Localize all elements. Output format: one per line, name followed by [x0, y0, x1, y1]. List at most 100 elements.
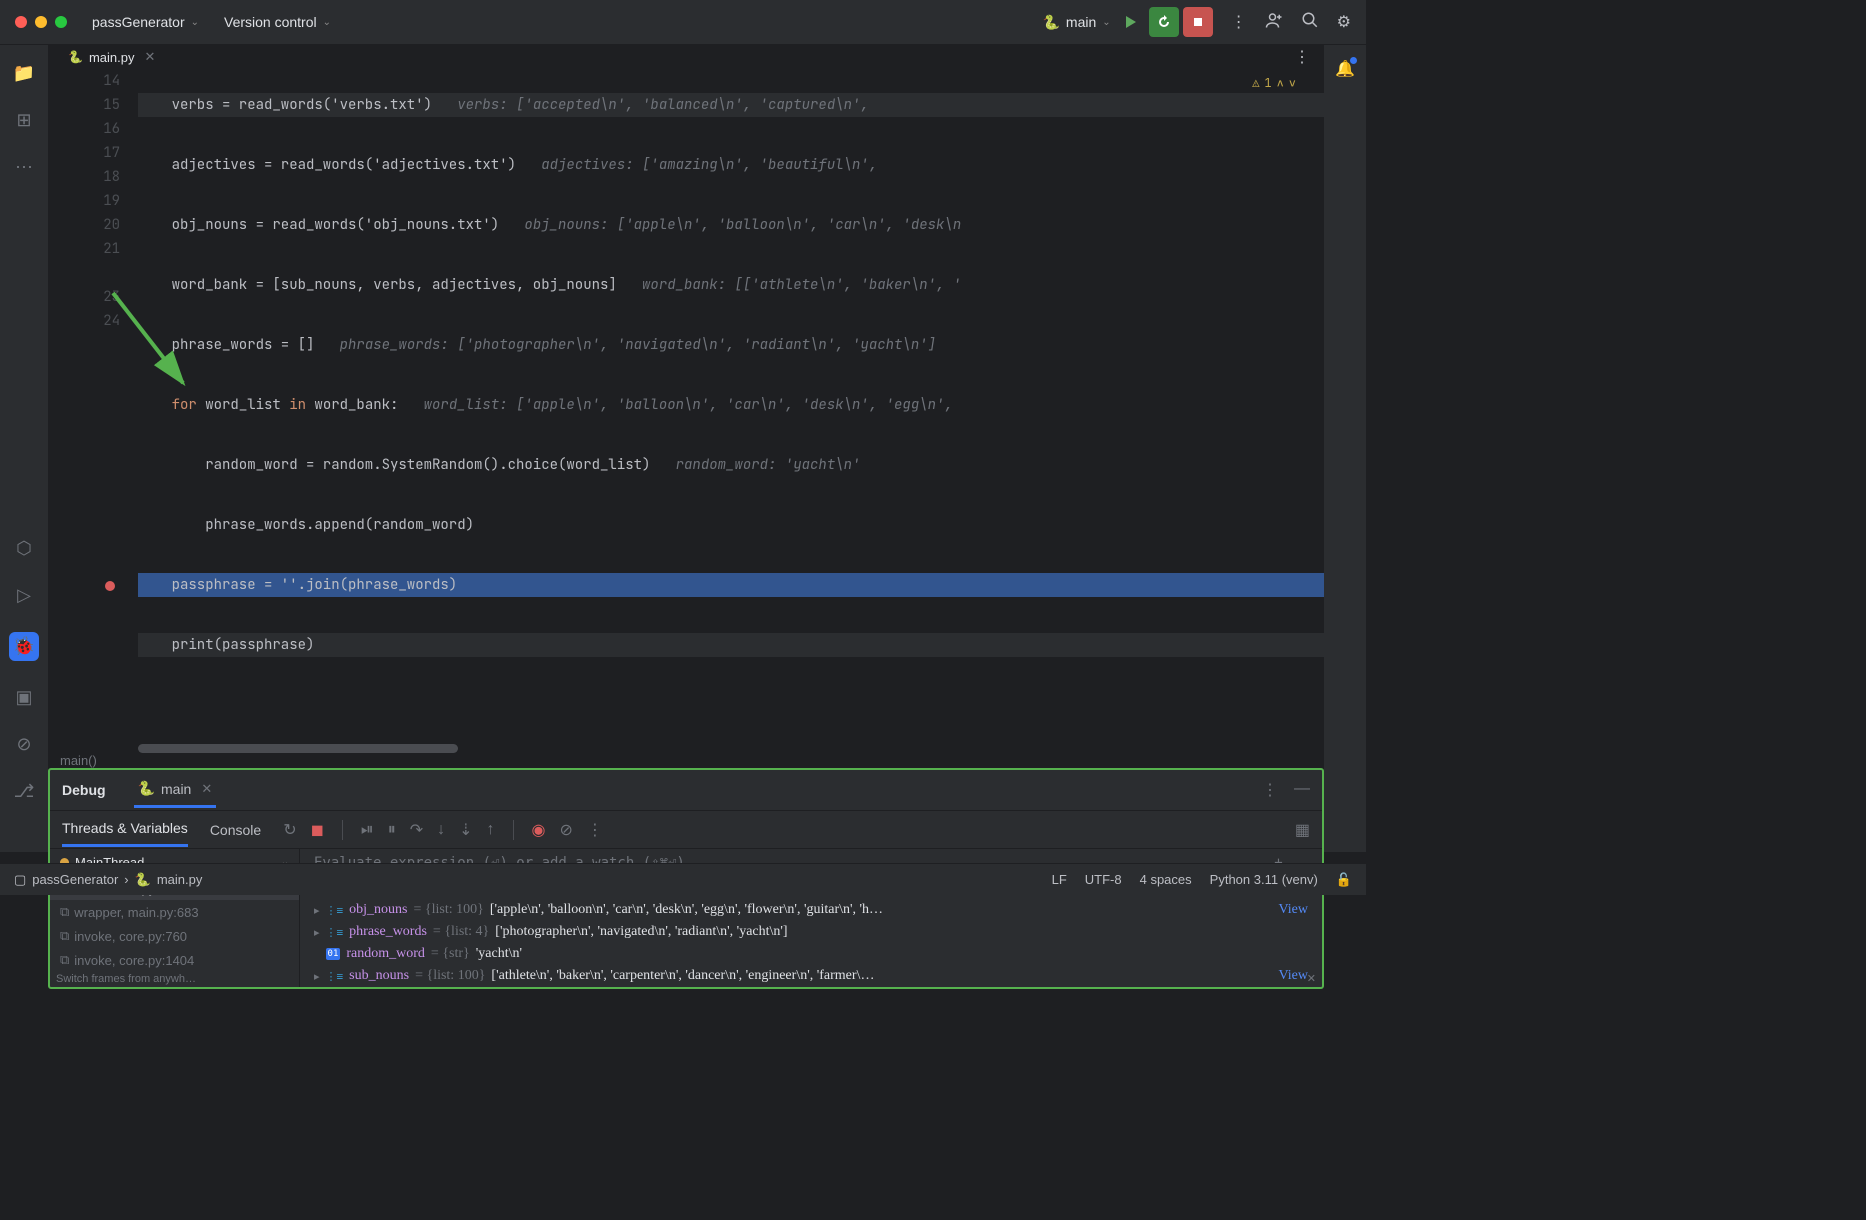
- list-type-icon: ⋮≡: [326, 904, 344, 917]
- tab-options-icon[interactable]: ⋮: [1294, 47, 1310, 67]
- close-window-button[interactable]: [15, 16, 27, 28]
- vcs-dropdown[interactable]: Version control ⌄: [224, 14, 331, 30]
- python-icon: 🐍: [138, 780, 155, 797]
- variable-row[interactable]: ▸ ⋮≡ phrase_words = {list: 4} ['photogra…: [300, 921, 1322, 943]
- indent-settings[interactable]: 4 spaces: [1140, 872, 1192, 888]
- layout-settings-icon[interactable]: ▦: [1295, 820, 1310, 840]
- main-area: 📁 ⊞ ⋯ ⬡ ▷ 🐞 ▣ ⊘ ⎇ 🐍 main.py ✕ ⋮ ⚠ 1 ∧ ∨: [0, 45, 1366, 852]
- git-tool-icon[interactable]: ⎇: [14, 781, 35, 802]
- stack-frame[interactable]: ⧉invoke, core.py:1404: [50, 948, 299, 972]
- breadcrumb-separator: ›: [124, 872, 128, 887]
- breadcrumbs-bar[interactable]: main(): [48, 753, 1324, 768]
- project-dropdown[interactable]: passGenerator ⌄: [92, 14, 199, 30]
- run-button[interactable]: [1115, 7, 1145, 37]
- close-hint-icon[interactable]: ✕: [1307, 972, 1316, 985]
- window-controls: [15, 16, 67, 28]
- debug-tool-icon[interactable]: 🐞: [9, 632, 39, 661]
- stop-button[interactable]: [1183, 7, 1213, 37]
- breadcrumb-file[interactable]: main.py: [157, 872, 203, 887]
- chevron-down-icon: ⌄: [323, 17, 331, 28]
- services-icon[interactable]: ⬡: [16, 538, 32, 559]
- line-ending[interactable]: LF: [1052, 872, 1067, 888]
- file-tab-name: main.py: [89, 50, 135, 65]
- structure-tool-icon[interactable]: ⊞: [16, 110, 31, 131]
- pause-icon[interactable]: ⏸: [388, 821, 396, 839]
- run-tool-icon[interactable]: ▷: [17, 585, 31, 606]
- rerun-icon[interactable]: ↻: [283, 820, 296, 840]
- horizontal-scrollbar[interactable]: [138, 744, 458, 753]
- project-name: passGenerator: [92, 14, 185, 30]
- frame-icon: ⧉: [60, 952, 69, 968]
- debug-session-tab[interactable]: 🐍 main ✕: [134, 772, 217, 808]
- notifications-icon[interactable]: 🔔: [1335, 59, 1355, 79]
- debug-subtabs: Threads & Variables Console ↻ ◼ ⏯ ⏸ ↷ ↓ …: [50, 810, 1322, 848]
- breakpoint-icon[interactable]: [105, 581, 115, 591]
- frame-icon: ⧉: [60, 904, 69, 920]
- more-tool-icon[interactable]: ⋯: [15, 157, 33, 178]
- editor-area: 🐍 main.py ✕ ⋮ ⚠ 1 ∧ ∨ 141516 171819 2021…: [48, 45, 1324, 852]
- step-out-icon[interactable]: ↑: [487, 821, 495, 839]
- expand-icon[interactable]: ▸: [314, 926, 320, 939]
- debug-title: Debug: [62, 782, 106, 798]
- string-type-icon: 01: [326, 948, 341, 960]
- warning-icon: ⚠: [1252, 75, 1259, 91]
- breadcrumb-project[interactable]: passGenerator: [32, 872, 118, 887]
- threads-variables-tab[interactable]: Threads & Variables: [62, 812, 188, 847]
- title-right-icons: ⋮ ⚙: [1231, 11, 1351, 34]
- resume-icon[interactable]: ⏯: [361, 821, 374, 839]
- file-tab-main[interactable]: 🐍 main.py ✕: [58, 45, 165, 69]
- python-icon: 🐍: [135, 872, 151, 888]
- close-session-icon[interactable]: ✕: [201, 781, 212, 797]
- more-icon[interactable]: ⋮: [1231, 12, 1247, 32]
- chevron-down-icon: ⌄: [1102, 17, 1110, 28]
- python-icon: 🐍: [1042, 14, 1059, 31]
- console-tab[interactable]: Console: [210, 814, 261, 846]
- settings-icon[interactable]: ⚙: [1337, 12, 1351, 32]
- stack-frame[interactable]: ⧉ wrapper, main.py:683: [50, 900, 299, 924]
- chevron-down-icon: ⌄: [191, 17, 199, 28]
- stack-frame[interactable]: ⧉invoke, core.py:760: [50, 924, 299, 948]
- problems-badge[interactable]: ⚠ 1 ∧ ∨: [1252, 75, 1296, 91]
- prev-problem-icon[interactable]: ∧: [1277, 75, 1284, 91]
- expand-icon[interactable]: ▸: [314, 904, 320, 917]
- code-editor[interactable]: ⚠ 1 ∧ ∨ 141516 171819 2021 2324 verbs = …: [48, 69, 1324, 753]
- list-type-icon: ⋮≡: [326, 926, 344, 939]
- minimize-panel-icon[interactable]: —: [1294, 780, 1310, 800]
- search-icon[interactable]: [1301, 11, 1319, 34]
- line-gutter[interactable]: 141516 171819 2021 2324: [48, 69, 138, 753]
- more-debug-icon[interactable]: ⋮: [587, 820, 603, 840]
- terminal-tool-icon[interactable]: ▣: [15, 687, 32, 708]
- interpreter[interactable]: Python 3.11 (venv): [1210, 872, 1318, 888]
- close-tab-icon[interactable]: ✕: [144, 49, 155, 65]
- encoding[interactable]: UTF-8: [1085, 872, 1122, 888]
- project-tool-icon[interactable]: 📁: [13, 63, 35, 84]
- view-breakpoints-icon[interactable]: ◉: [532, 820, 546, 840]
- problems-tool-icon[interactable]: ⊘: [16, 734, 31, 755]
- frame-icon: ⧉: [60, 928, 69, 944]
- frame-label: wrapper, main.py:683: [74, 905, 198, 920]
- project-root-icon: ▢: [14, 872, 26, 888]
- stop-debug-icon[interactable]: ◼: [311, 820, 324, 840]
- run-config-selector[interactable]: 🐍 main ⌄: [1042, 14, 1110, 31]
- code-with-me-icon[interactable]: [1265, 11, 1283, 34]
- lock-icon[interactable]: 🔓: [1336, 872, 1352, 888]
- variable-row[interactable]: ▸ ⋮≡ obj_nouns = {list: 100} ['apple\n',…: [300, 899, 1322, 921]
- variable-row[interactable]: ▸ 01 random_word = {str} 'yacht\n': [300, 943, 1322, 965]
- view-link[interactable]: View: [1279, 902, 1308, 918]
- switch-frames-hint: Switch frames from anywh… ✕: [56, 972, 1316, 985]
- mute-breakpoints-icon[interactable]: ⊘: [559, 820, 572, 840]
- debug-options-icon[interactable]: ⋮: [1262, 780, 1278, 800]
- next-problem-icon[interactable]: ∨: [1289, 75, 1296, 91]
- step-into-my-icon[interactable]: ⇣: [459, 820, 472, 840]
- debug-rerun-button[interactable]: [1149, 7, 1179, 37]
- navigation-breadcrumb[interactable]: ▢ passGenerator › 🐍 main.py: [14, 872, 202, 888]
- breadcrumb-item[interactable]: main(): [60, 753, 97, 768]
- right-toolbar: 🔔: [1324, 45, 1366, 852]
- code-content[interactable]: verbs = read_words('verbs.txt') verbs: […: [138, 69, 1324, 753]
- minimize-window-button[interactable]: [35, 16, 47, 28]
- step-into-icon[interactable]: ↓: [437, 821, 445, 839]
- python-file-icon: 🐍: [68, 50, 83, 64]
- debug-panel-header: Debug 🐍 main ✕ ⋮ —: [50, 770, 1322, 810]
- step-over-icon[interactable]: ↷: [410, 820, 423, 840]
- maximize-window-button[interactable]: [55, 16, 67, 28]
